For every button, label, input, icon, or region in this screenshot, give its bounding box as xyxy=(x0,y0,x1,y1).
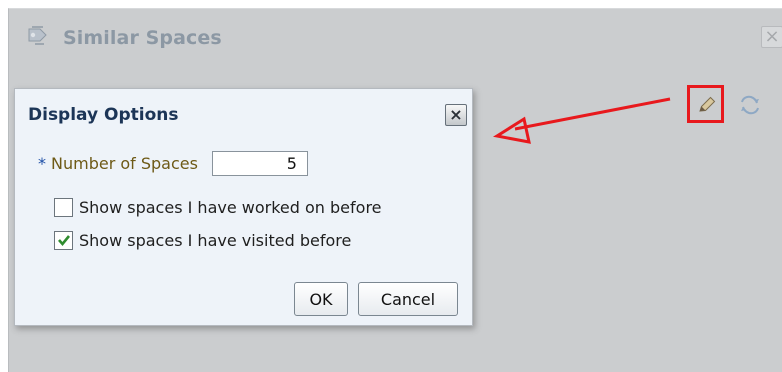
number-of-spaces-input[interactable] xyxy=(211,151,308,176)
checkmark-icon xyxy=(58,234,71,246)
close-icon: × xyxy=(764,26,780,47)
worked-on-option[interactable]: Show spaces I have worked on before xyxy=(54,195,382,219)
number-of-spaces-row: * Number of Spaces xyxy=(38,151,308,176)
cancel-button[interactable]: Cancel xyxy=(358,282,458,316)
ok-button[interactable]: OK xyxy=(294,282,348,316)
panel-close-button[interactable]: × xyxy=(761,26,782,48)
similar-spaces-icon xyxy=(28,26,47,45)
pencil-icon[interactable] xyxy=(697,95,717,115)
required-indicator: * xyxy=(38,154,46,173)
refresh-icon[interactable] xyxy=(738,94,762,116)
number-of-spaces-label: Number of Spaces xyxy=(51,154,198,173)
display-options-dialog: Display Options × * Number of Spaces Sho… xyxy=(14,88,473,326)
visited-option[interactable]: Show spaces I have visited before xyxy=(54,228,351,252)
close-icon: × xyxy=(449,105,463,124)
worked-on-checkbox[interactable] xyxy=(54,197,73,217)
visited-label: Show spaces I have visited before xyxy=(79,230,352,250)
panel-header: Similar Spaces × xyxy=(9,9,782,71)
worked-on-label: Show spaces I have worked on before xyxy=(79,197,382,217)
dialog-title: Display Options xyxy=(28,105,179,125)
dialog-close-button[interactable]: × xyxy=(445,104,467,126)
edit-button-highlight[interactable] xyxy=(687,85,724,123)
panel-title: Similar Spaces xyxy=(63,27,222,49)
visited-checkbox[interactable] xyxy=(54,230,73,250)
